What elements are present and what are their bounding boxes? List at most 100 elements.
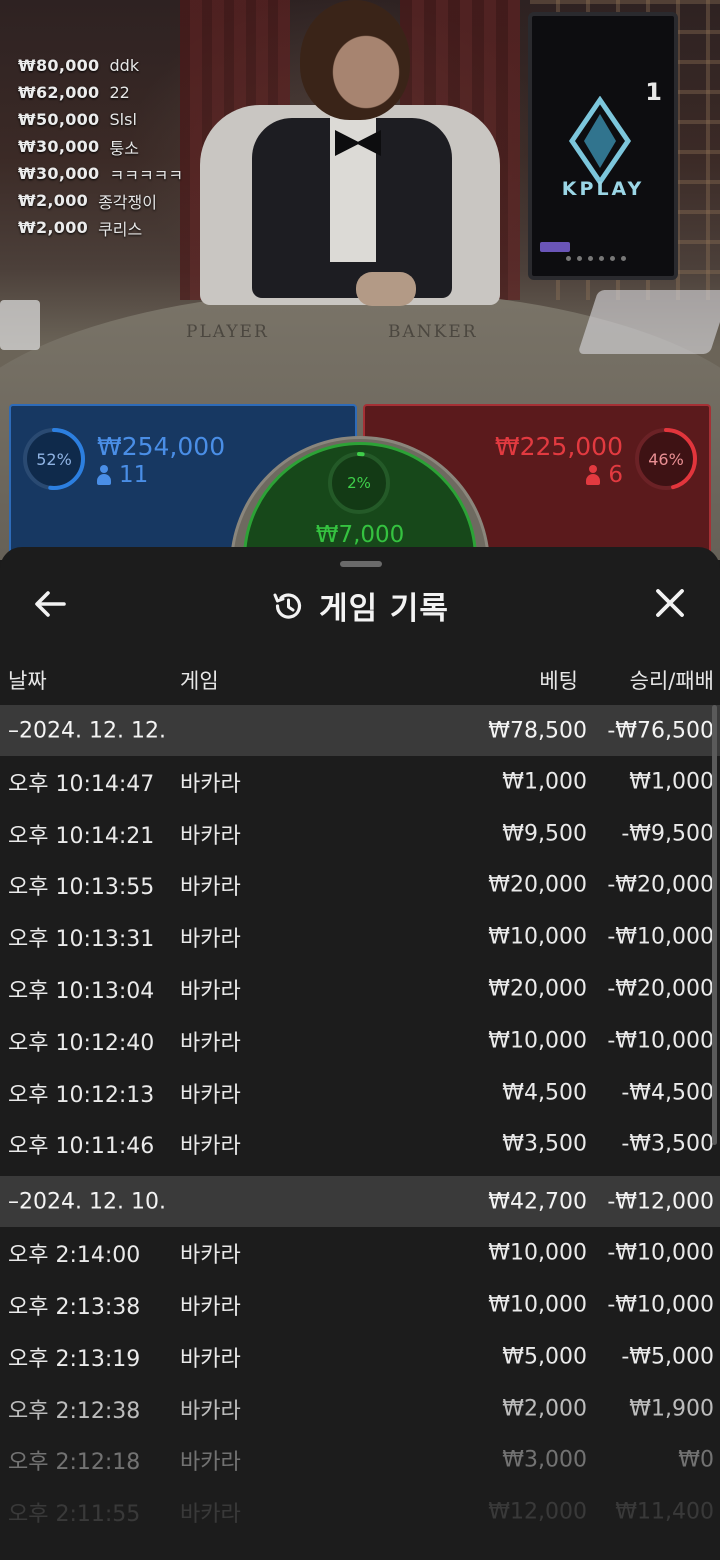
row-game: 바카라 — [180, 979, 241, 1005]
history-row[interactable]: 오후 10:14:47 바카라 ₩1,000 ₩1,000 — [0, 756, 720, 808]
sheet-drag-handle[interactable] — [340, 561, 382, 567]
row-time: 오후 10:14:21 — [8, 823, 155, 849]
history-scrollbar[interactable] — [712, 705, 717, 1145]
group-date: –2024. 12. 10. — [8, 1189, 166, 1215]
row-bet: ₩2,000 — [502, 1396, 587, 1422]
live-baccarat-screen: PLAYER BANKER 1 KPLAY ₩80,000 ddk ₩62,000… — [0, 0, 720, 1560]
row-result: ₩1,900 — [629, 1396, 714, 1422]
row-game: 바카라 — [180, 1082, 241, 1108]
player-percent-ring: 52% — [21, 426, 87, 492]
tie-percent: 2% — [347, 474, 371, 492]
winner-amount: ₩62,000 — [18, 83, 100, 102]
group-date: –2024. 12. 12. — [8, 718, 166, 743]
history-row[interactable]: 오후 2:13:19 바카라 ₩5,000 -₩5,000 — [0, 1331, 720, 1383]
history-icon — [273, 592, 302, 619]
row-result: -₩10,000 — [607, 1240, 714, 1266]
row-time: 오후 10:11:46 — [8, 1134, 155, 1160]
row-game: 바카라 — [180, 1295, 241, 1321]
history-row[interactable]: 오후 2:12:38 바카라 ₩2,000 ₩1,900 — [0, 1383, 720, 1435]
column-header-result: 승리/패배 — [629, 669, 714, 693]
winners-ticker: ₩80,000 ddk ₩62,000 22 ₩50,000 Slsl ₩30,000… — [18, 52, 183, 241]
row-game: 바카라 — [180, 1346, 241, 1372]
row-game: 바카라 — [180, 1030, 241, 1056]
table-banker-label: BANKER — [388, 322, 478, 342]
row-bet: ₩20,000 — [488, 872, 587, 898]
row-bet: ₩1,000 — [502, 769, 587, 795]
person-icon — [586, 465, 601, 485]
dealer-hand — [356, 272, 416, 306]
monitor-brand: KPLAY — [561, 178, 645, 200]
winner-amount: ₩2,000 — [18, 191, 89, 210]
monitor-round-number: 1 — [645, 78, 662, 106]
tie-bet-amount: ₩7,000 — [315, 522, 405, 548]
history-row[interactable]: 오후 10:14:21 바카라 ₩9,500 -₩9,500 — [0, 808, 720, 860]
row-game: 바카라 — [180, 1502, 241, 1528]
history-row[interactable]: 오후 2:11:55 바카라 ₩12,000 ₩11,400 — [0, 1486, 720, 1538]
banker-count-value: 6 — [608, 462, 623, 488]
row-result: -₩20,000 — [607, 976, 714, 1002]
row-result: -₩10,000 — [607, 1028, 714, 1054]
history-row[interactable]: 오후 10:13:55 바카라 ₩20,000 -₩20,000 — [0, 860, 720, 912]
banker-percent-ring: 46% — [633, 426, 699, 492]
monitor-chip — [540, 242, 570, 252]
table-player-label: PLAYER — [186, 322, 269, 342]
row-time: 오후 2:12:38 — [8, 1398, 141, 1424]
row-result: ₩11,400 — [615, 1499, 714, 1525]
history-row[interactable]: 오후 2:13:38 바카라 ₩10,000 -₩10,000 — [0, 1279, 720, 1331]
row-game: 바카라 — [180, 927, 241, 953]
history-row[interactable]: 오후 10:13:04 바카라 ₩20,000 -₩20,000 — [0, 963, 720, 1015]
winner-row: ₩50,000 Slsl — [18, 106, 183, 133]
game-history-sheet: 게임 기록 날짜 게임 베팅 승리/패배 –2024. 12. 12. ₩78,… — [0, 547, 720, 1560]
history-row[interactable]: 오후 2:12:18 바카라 ₩3,000 ₩0 — [0, 1435, 720, 1487]
kplay-logo-icon — [568, 96, 632, 186]
row-time: 오후 2:12:18 — [8, 1450, 141, 1476]
row-bet: ₩9,500 — [502, 821, 587, 847]
row-bet: ₩10,000 — [488, 1240, 587, 1266]
row-game: 바카라 — [180, 823, 241, 849]
winner-row: ₩2,000 쿠리스 — [18, 214, 183, 241]
row-game: 바카라 — [180, 1134, 241, 1160]
winner-row: ₩30,000 퉁소 — [18, 133, 183, 160]
row-result: -₩10,000 — [607, 1292, 714, 1318]
date-group-header[interactable]: –2024. 12. 12. ₩78,500 -₩76,500 — [0, 705, 720, 756]
player-bet-amount: ₩254,000 — [97, 432, 226, 461]
row-bet: ₩12,000 — [488, 1499, 587, 1525]
row-result: ₩0 — [678, 1447, 714, 1473]
column-header-game: 게임 — [180, 669, 219, 693]
winner-name: 22 — [109, 83, 130, 102]
history-row[interactable]: 오후 10:12:40 바카라 ₩10,000 -₩10,000 — [0, 1015, 720, 1067]
history-row[interactable]: 오후 2:14:00 바카라 ₩10,000 -₩10,000 — [0, 1227, 720, 1279]
close-button[interactable] — [650, 585, 690, 623]
winner-name: ddk — [109, 56, 140, 75]
winner-amount: ₩30,000 — [18, 137, 100, 156]
row-game: 바카라 — [180, 1398, 241, 1424]
row-time: 오후 10:13:55 — [8, 875, 155, 901]
history-list: –2024. 12. 12. ₩78,500 -₩76,500 오후 10:14… — [0, 705, 720, 1538]
date-group-header[interactable]: –2024. 12. 10. ₩42,700 -₩12,000 — [0, 1176, 720, 1228]
row-time: 오후 10:12:13 — [8, 1082, 155, 1108]
row-time: 오후 10:13:31 — [8, 927, 155, 953]
row-result: -₩3,500 — [621, 1131, 714, 1157]
row-result: -₩20,000 — [607, 872, 714, 898]
row-time: 오후 10:14:47 — [8, 771, 155, 797]
history-row[interactable]: 오후 10:12:13 바카라 ₩4,500 -₩4,500 — [0, 1067, 720, 1119]
history-row[interactable]: 오후 10:11:46 바카라 ₩3,500 -₩3,500 — [0, 1119, 720, 1171]
person-icon — [97, 465, 111, 485]
row-bet: ₩20,000 — [488, 976, 587, 1002]
row-time: 오후 2:14:00 — [8, 1243, 141, 1269]
row-bet: ₩10,000 — [488, 924, 587, 950]
player-bettor-count: 11 — [97, 462, 148, 488]
group-bet-total: ₩42,700 — [488, 1189, 587, 1215]
row-bet: ₩3,000 — [502, 1447, 587, 1473]
history-row[interactable]: 오후 10:13:31 바카라 ₩10,000 -₩10,000 — [0, 911, 720, 963]
winner-amount: ₩30,000 — [18, 164, 100, 183]
row-bet: ₩10,000 — [488, 1028, 587, 1054]
monitor-pager-dots — [566, 254, 646, 262]
row-game: 바카라 — [180, 875, 241, 901]
winner-name: 쿠리스 — [98, 219, 143, 239]
winner-row: ₩2,000 종각쟁이 — [18, 187, 183, 214]
winner-amount: ₩2,000 — [18, 218, 89, 237]
row-result: -₩10,000 — [607, 924, 714, 950]
banker-percent: 46% — [648, 449, 684, 469]
row-bet: ₩10,000 — [488, 1292, 587, 1318]
